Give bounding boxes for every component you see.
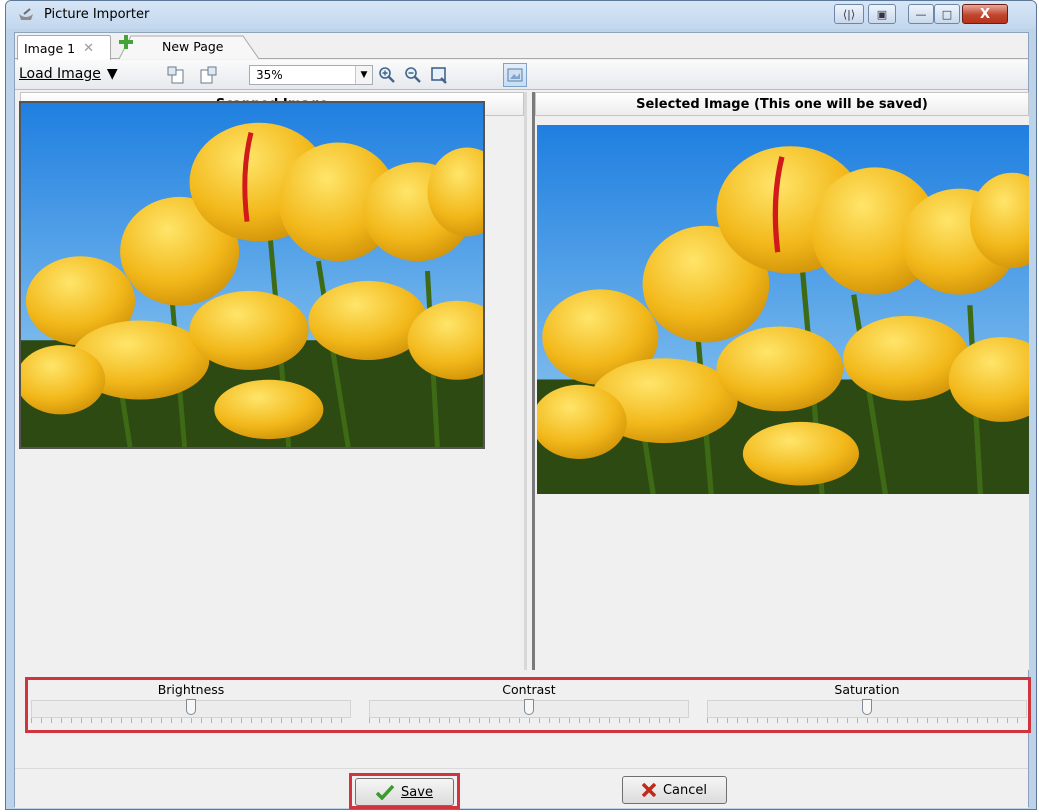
tab-image-1[interactable]: Image 1 ✕ [17, 35, 111, 60]
zoom-fit-icon[interactable] [429, 65, 449, 85]
close-icon: X [979, 6, 991, 22]
selected-image-header: Selected Image (This one will be saved) [535, 92, 1029, 116]
checkmark-icon [376, 784, 395, 800]
close-button[interactable]: X [962, 4, 1008, 24]
cancel-label: Cancel [662, 782, 708, 798]
zoom-value: 35% [256, 68, 283, 82]
save-button[interactable]: Save [355, 778, 454, 806]
dropdown-arrow-icon[interactable]: ▼ [355, 66, 372, 84]
pin-icon: ▣ [876, 7, 888, 21]
cancel-x-icon [641, 783, 656, 797]
contrast-slider[interactable]: Contrast [369, 680, 689, 730]
tab-label: Image 1 [24, 40, 76, 56]
minimize-icon: — [915, 7, 927, 21]
tab-strip: Image 1 ✕ New Page [15, 33, 1028, 60]
zoom-select[interactable]: 35% ▼ [249, 65, 373, 85]
load-image-button[interactable]: Load Image ▼ [19, 66, 118, 82]
rotate-right-icon[interactable] [198, 65, 218, 85]
selected-image-pane: Selected Image (This one will be saved) [532, 92, 1029, 670]
restore-down-button[interactable]: ⟨|⟩ [834, 4, 864, 24]
tulip-photo-selected [537, 125, 1029, 494]
rotate-left-icon[interactable] [166, 65, 186, 85]
maximize-button[interactable]: □ [934, 4, 960, 24]
slider-thumb[interactable] [186, 699, 196, 715]
zoom-in-icon[interactable] [377, 65, 397, 85]
save-highlight: Save [349, 773, 460, 809]
scanned-image [19, 101, 485, 449]
chevron-down-icon: ▼ [106, 66, 118, 82]
contrast-label: Contrast [502, 682, 556, 697]
swap-icon: ⟨|⟩ [842, 7, 856, 21]
maximize-icon: □ [941, 7, 953, 21]
zoom-out-icon[interactable] [403, 65, 423, 85]
saturation-label: Saturation [834, 682, 900, 697]
fit-image-icon [507, 68, 523, 82]
brightness-label: Brightness [157, 682, 225, 697]
slider-ticks [31, 718, 351, 723]
slider-thumb[interactable] [862, 699, 872, 715]
adjustment-panel: Brightness Contrast Saturation [25, 677, 1031, 733]
pin-button[interactable]: ▣ [868, 4, 896, 24]
title-bar[interactable]: Picture Importer ⟨|⟩ ▣ — □ X [6, 1, 1036, 29]
tab-close-icon[interactable]: ✕ [83, 41, 94, 56]
tulip-photo-scanned [21, 103, 483, 447]
cancel-button[interactable]: Cancel [622, 776, 727, 804]
slider-thumb[interactable] [524, 699, 534, 715]
brightness-slider[interactable]: Brightness [31, 680, 351, 730]
client-area: Image 1 ✕ New Page Load Image ▼ 35% ▼ Se… [14, 32, 1031, 809]
tab-new-page[interactable]: New Page [119, 35, 261, 60]
minimize-button[interactable]: — [908, 4, 934, 24]
window-title: Picture Importer [44, 7, 150, 22]
slider-ticks [369, 718, 689, 723]
add-page-icon [119, 35, 133, 49]
tab-label: New Page [162, 39, 224, 54]
slider-ticks [707, 718, 1027, 723]
button-bar: Save Cancel [15, 768, 1028, 809]
toolbar: Load Image ▼ 35% ▼ [15, 60, 1028, 90]
selected-image [537, 125, 1029, 494]
save-label: Save [401, 784, 433, 800]
load-image-label: Load Image [19, 66, 101, 82]
saturation-slider[interactable]: Saturation [707, 680, 1027, 730]
app-window: Picture Importer ⟨|⟩ ▣ — □ X Image 1 ✕ N… [5, 0, 1037, 810]
app-icon [19, 8, 33, 20]
fit-image-toggle[interactable] [503, 63, 527, 87]
